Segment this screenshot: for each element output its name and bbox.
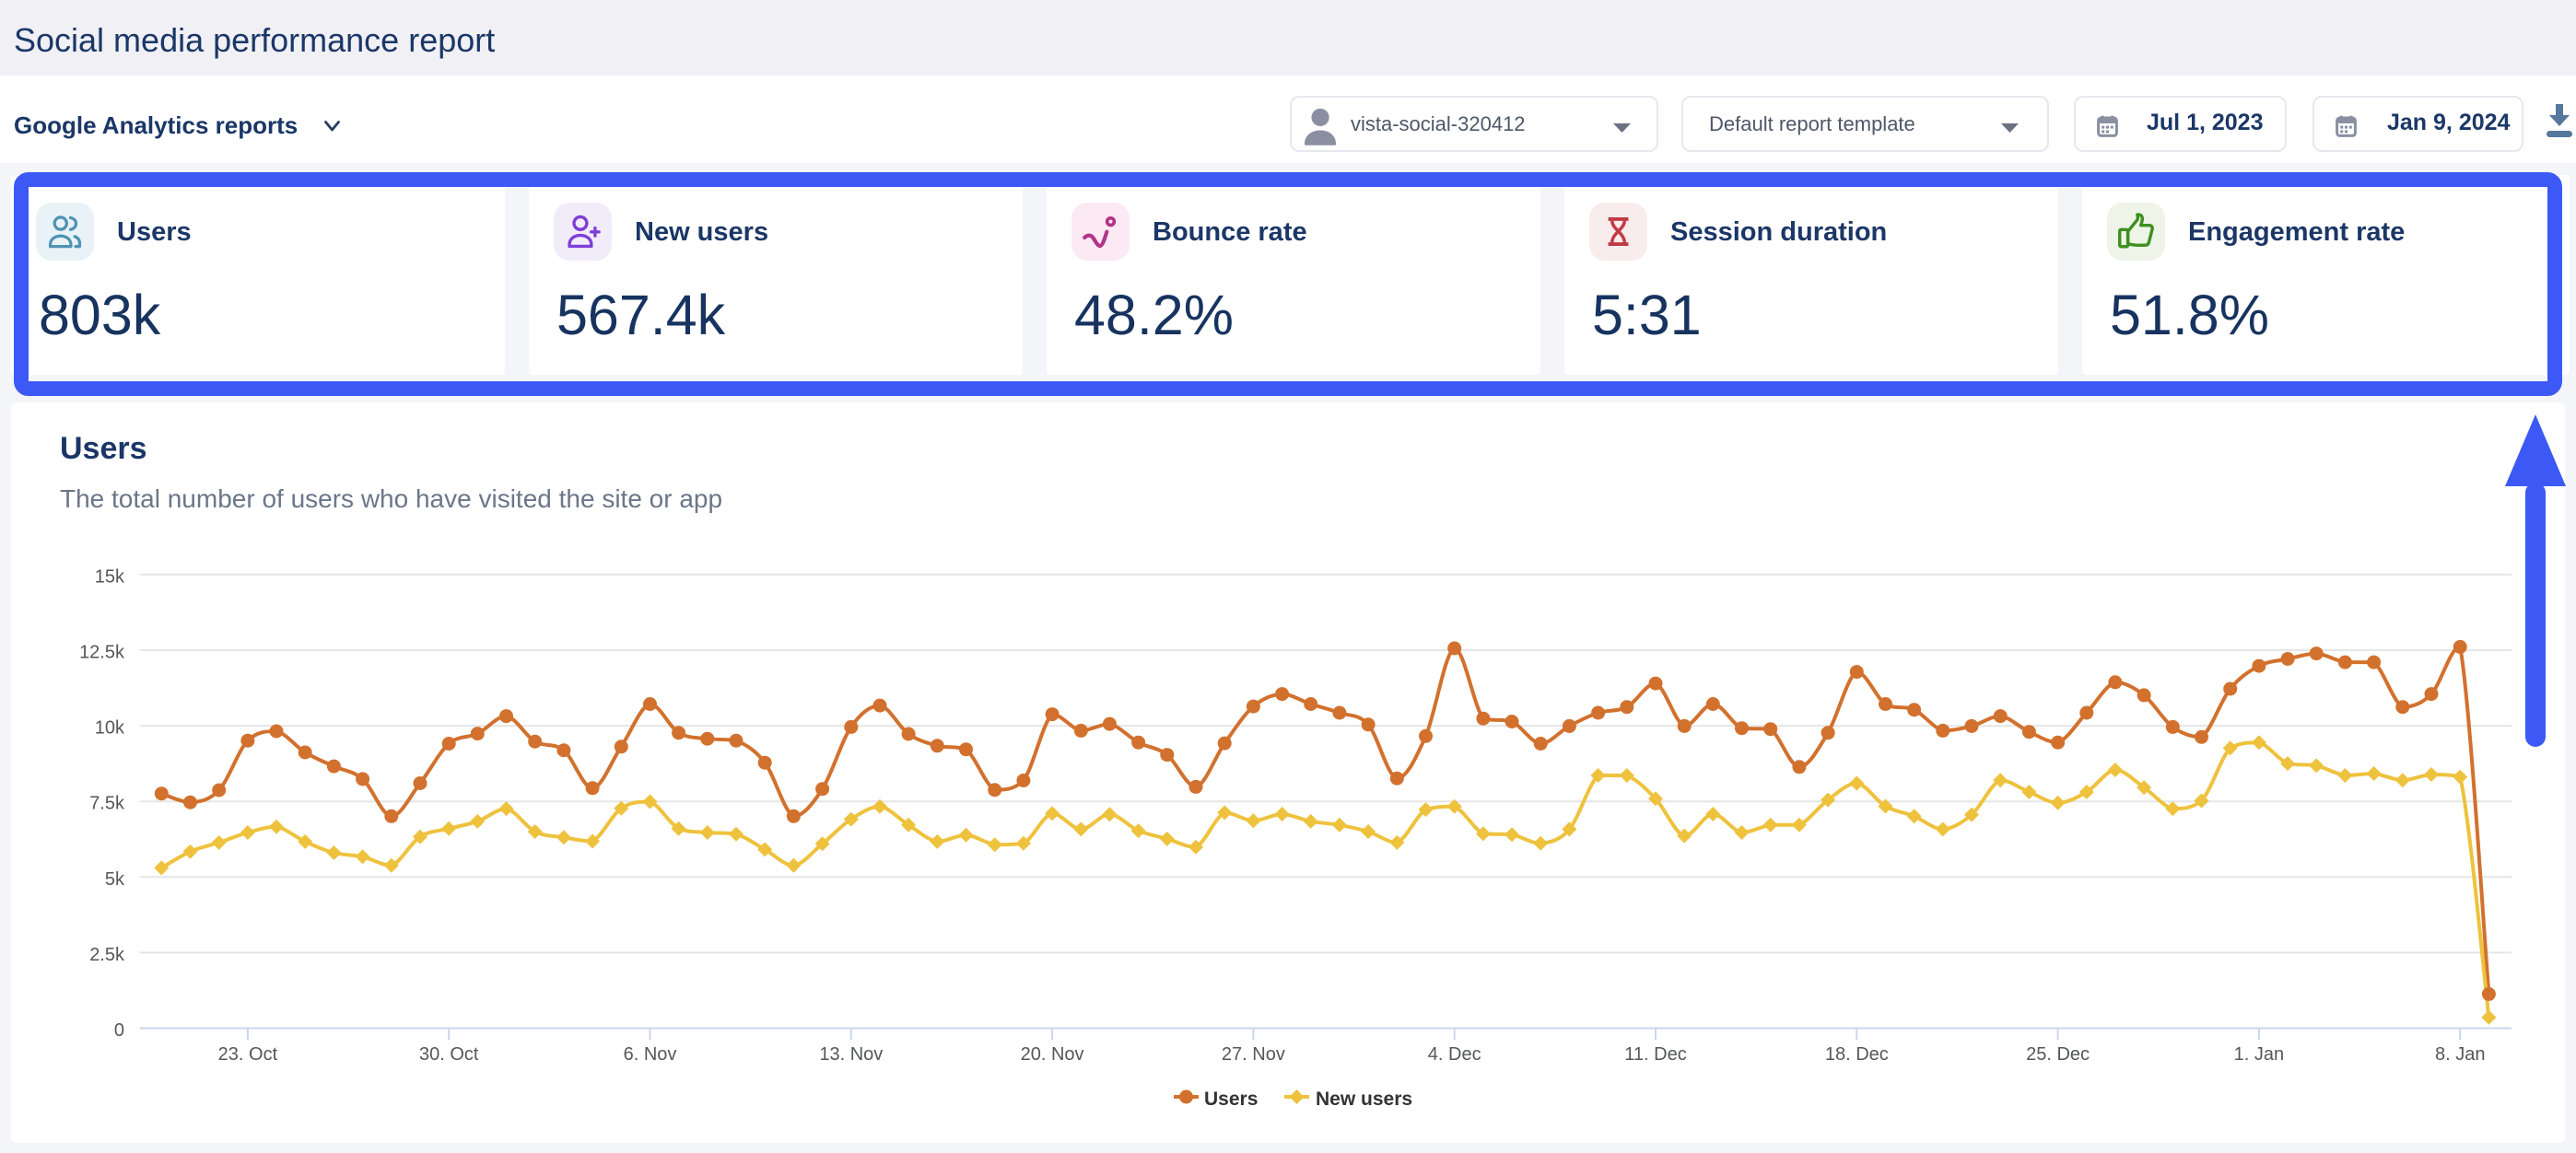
svg-text:1. Jan: 1. Jan: [2234, 1044, 2284, 1065]
svg-text:4. Dec: 4. Dec: [1428, 1044, 1481, 1065]
svg-text:Users: Users: [1204, 1089, 1258, 1110]
svg-text:15k: 15k: [95, 566, 125, 587]
svg-text:6. Nov: 6. Nov: [624, 1044, 677, 1065]
svg-text:11. Dec: 11. Dec: [1624, 1044, 1686, 1065]
svg-text:13. Nov: 13. Nov: [819, 1044, 883, 1065]
svg-text:12.5k: 12.5k: [79, 643, 125, 663]
svg-text:8. Jan: 8. Jan: [2435, 1044, 2485, 1065]
svg-text:10k: 10k: [95, 718, 125, 739]
svg-text:5k: 5k: [105, 869, 125, 890]
svg-text:30. Oct: 30. Oct: [419, 1044, 479, 1065]
svg-text:25. Dec: 25. Dec: [2026, 1044, 2090, 1065]
svg-text:7.5k: 7.5k: [89, 794, 125, 814]
svg-text:27. Nov: 27. Nov: [1222, 1044, 1285, 1065]
svg-text:20. Nov: 20. Nov: [1021, 1044, 1084, 1065]
svg-text:0: 0: [114, 1020, 124, 1041]
svg-text:23. Oct: 23. Oct: [218, 1044, 278, 1065]
svg-text:New users: New users: [1316, 1089, 1412, 1110]
svg-text:2.5k: 2.5k: [89, 945, 125, 965]
svg-text:18. Dec: 18. Dec: [1825, 1044, 1889, 1065]
